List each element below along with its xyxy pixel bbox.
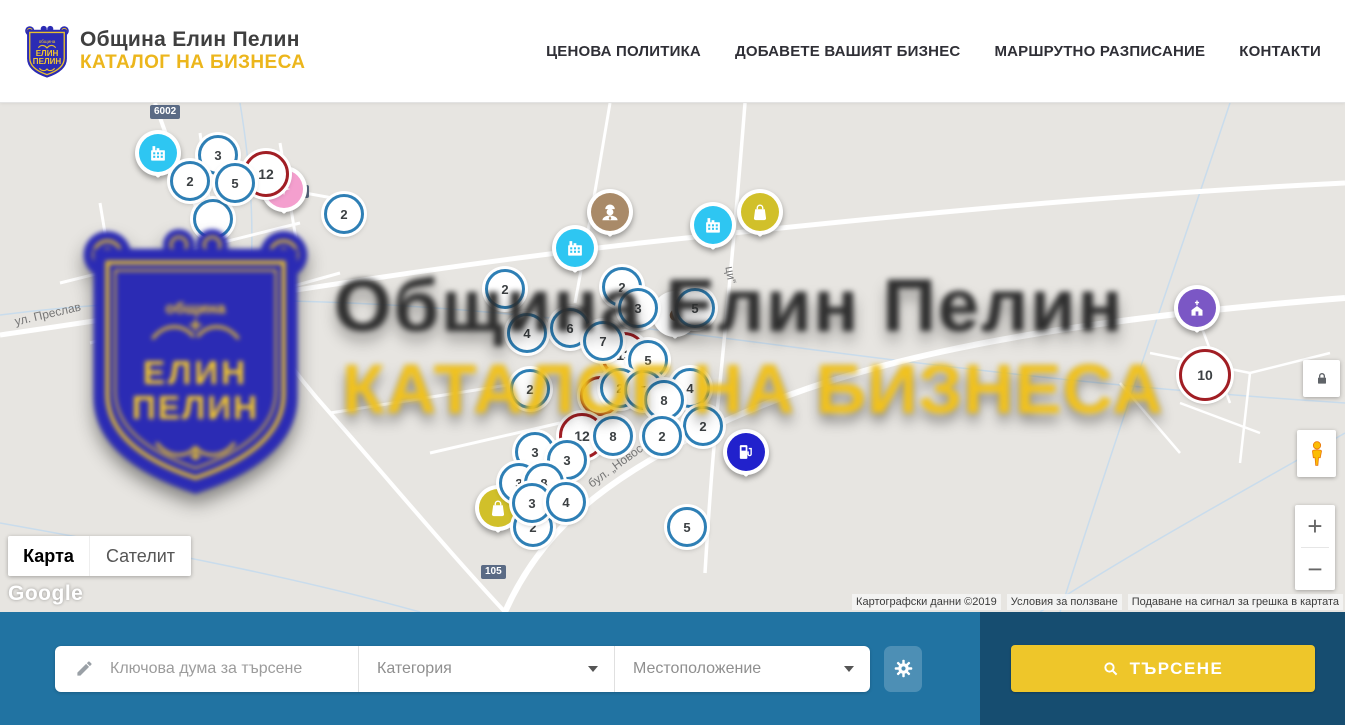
- map-cluster-marker[interactable]: 2: [485, 269, 525, 309]
- location-dropdown[interactable]: Местоположение: [615, 646, 870, 692]
- attribution-copyright: Картографски данни ©2019: [852, 594, 1001, 610]
- map-type-toggle: Карта Сателит: [8, 536, 191, 576]
- search-bar: Категория Местоположение: [55, 646, 870, 692]
- chevron-down-icon: [844, 666, 854, 672]
- svg-text:община: община: [39, 39, 56, 44]
- nav-route-schedule[interactable]: МАРШРУТНО РАЗПИСАНИЕ: [994, 43, 1205, 60]
- map-lock-button[interactable]: [1303, 360, 1340, 397]
- zoom-in-button[interactable]: +: [1295, 505, 1335, 547]
- bag-icon: [741, 193, 779, 231]
- map-cluster-marker[interactable]: 2: [642, 416, 682, 456]
- svg-text:ПЕЛИН: ПЕЛИН: [33, 57, 62, 66]
- category-dropdown[interactable]: Категория: [359, 646, 614, 692]
- gear-icon: [893, 658, 914, 679]
- map-attribution: Картографски данни ©2019 Условия за полз…: [852, 594, 1343, 610]
- map-cluster-marker[interactable]: 2: [510, 369, 550, 409]
- map-cluster-marker[interactable]: [193, 199, 233, 239]
- attribution-terms-link[interactable]: Условия за ползване: [1007, 594, 1122, 610]
- factory-icon: [139, 134, 177, 172]
- map-cluster-marker[interactable]: 3: [618, 288, 658, 328]
- fuel-icon: [727, 433, 765, 471]
- category-dropdown-label: Категория: [377, 660, 452, 678]
- header: община ЕЛИН ПЕЛИН Община Елин Пелин КАТА…: [0, 0, 1345, 103]
- map-cluster-marker[interactable]: 5: [675, 288, 715, 328]
- site-logo[interactable]: община ЕЛИН ПЕЛИН Община Елин Пелин КАТА…: [24, 14, 305, 88]
- nav-contacts[interactable]: КОНТАКТИ: [1239, 43, 1321, 60]
- pegman-icon: [1304, 439, 1330, 469]
- location-dropdown-label: Местоположение: [633, 660, 761, 678]
- page: община ЕЛИН ПЕЛИН Община Елин Пелин КАТА…: [0, 0, 1345, 725]
- map-cluster-marker[interactable]: 4: [507, 313, 547, 353]
- map-cluster-marker[interactable]: 8: [644, 380, 684, 420]
- map-pin-marker-factory[interactable]: [690, 202, 736, 248]
- attribution-report-link[interactable]: Подаване на сигнал за грешка в картата: [1128, 594, 1343, 610]
- factory-icon: [556, 229, 594, 267]
- map-cluster-marker[interactable]: 5: [215, 163, 255, 203]
- map-pin-marker-fuel[interactable]: [723, 429, 769, 475]
- zoom-control: + −: [1295, 505, 1335, 590]
- nav-add-business[interactable]: ДОБАВЕТЕ ВАШИЯТ БИЗНЕС: [735, 43, 960, 60]
- map-cluster-marker[interactable]: 7: [583, 321, 623, 361]
- municipality-shield-icon: община ЕЛИН ПЕЛИН: [24, 14, 70, 88]
- site-subtitle: КАТАЛОГ НА БИЗНЕСА: [80, 52, 305, 74]
- factory-icon: [694, 206, 732, 244]
- map-cluster-marker[interactable]: 2: [324, 194, 364, 234]
- map-cluster-marker[interactable]: 5: [667, 507, 707, 547]
- map-cluster-marker[interactable]: 2: [170, 161, 210, 201]
- search-fields-panel: Категория Местоположение: [0, 612, 980, 725]
- map-pin-marker-bag[interactable]: [737, 189, 783, 235]
- search-toolbar: Категория Местоположение: [0, 612, 1345, 725]
- map-type-map-button[interactable]: Карта: [8, 536, 89, 576]
- map-cluster-marker[interactable]: 2: [683, 406, 723, 446]
- church-icon: [1178, 289, 1216, 327]
- keyword-field-wrap: [55, 646, 358, 692]
- pencil-icon: [75, 659, 94, 678]
- search-button-label: ТЪРСЕНЕ: [1130, 659, 1224, 679]
- google-logo[interactable]: Google: [8, 582, 83, 606]
- chevron-down-icon: [588, 666, 598, 672]
- zoom-out-button[interactable]: −: [1295, 548, 1335, 590]
- nav-pricing[interactable]: ЦЕНОВА ПОЛИТИКА: [546, 43, 701, 60]
- street-view-pegman[interactable]: [1297, 430, 1336, 477]
- advanced-settings-button[interactable]: [884, 646, 922, 692]
- search-submit-button[interactable]: ТЪРСЕНЕ: [1011, 645, 1315, 692]
- map-cluster-marker[interactable]: 10: [1179, 349, 1231, 401]
- map-type-satellite-button[interactable]: Сателит: [89, 536, 191, 576]
- site-title: Община Елин Пелин: [80, 28, 305, 52]
- map-pin-marker-church[interactable]: [1174, 285, 1220, 331]
- map-canvas[interactable]: ул. Преслав бул. „Новосел ци“ 6002 105 3…: [0, 103, 1345, 612]
- search-icon: [1102, 660, 1120, 678]
- map-pin-marker-factory[interactable]: [552, 225, 598, 271]
- lock-icon: [1314, 371, 1330, 387]
- map-cluster-marker[interactable]: 4: [546, 482, 586, 522]
- map-cluster-marker[interactable]: 8: [593, 416, 633, 456]
- map-markers-layer: 312252223564137522478212823323834510: [0, 103, 1345, 612]
- keyword-search-input[interactable]: [108, 659, 342, 679]
- search-action-panel: ТЪРСЕНЕ: [980, 612, 1345, 725]
- main-nav: ЦЕНОВА ПОЛИТИКА ДОБАВЕТЕ ВАШИЯТ БИЗНЕС М…: [546, 43, 1321, 60]
